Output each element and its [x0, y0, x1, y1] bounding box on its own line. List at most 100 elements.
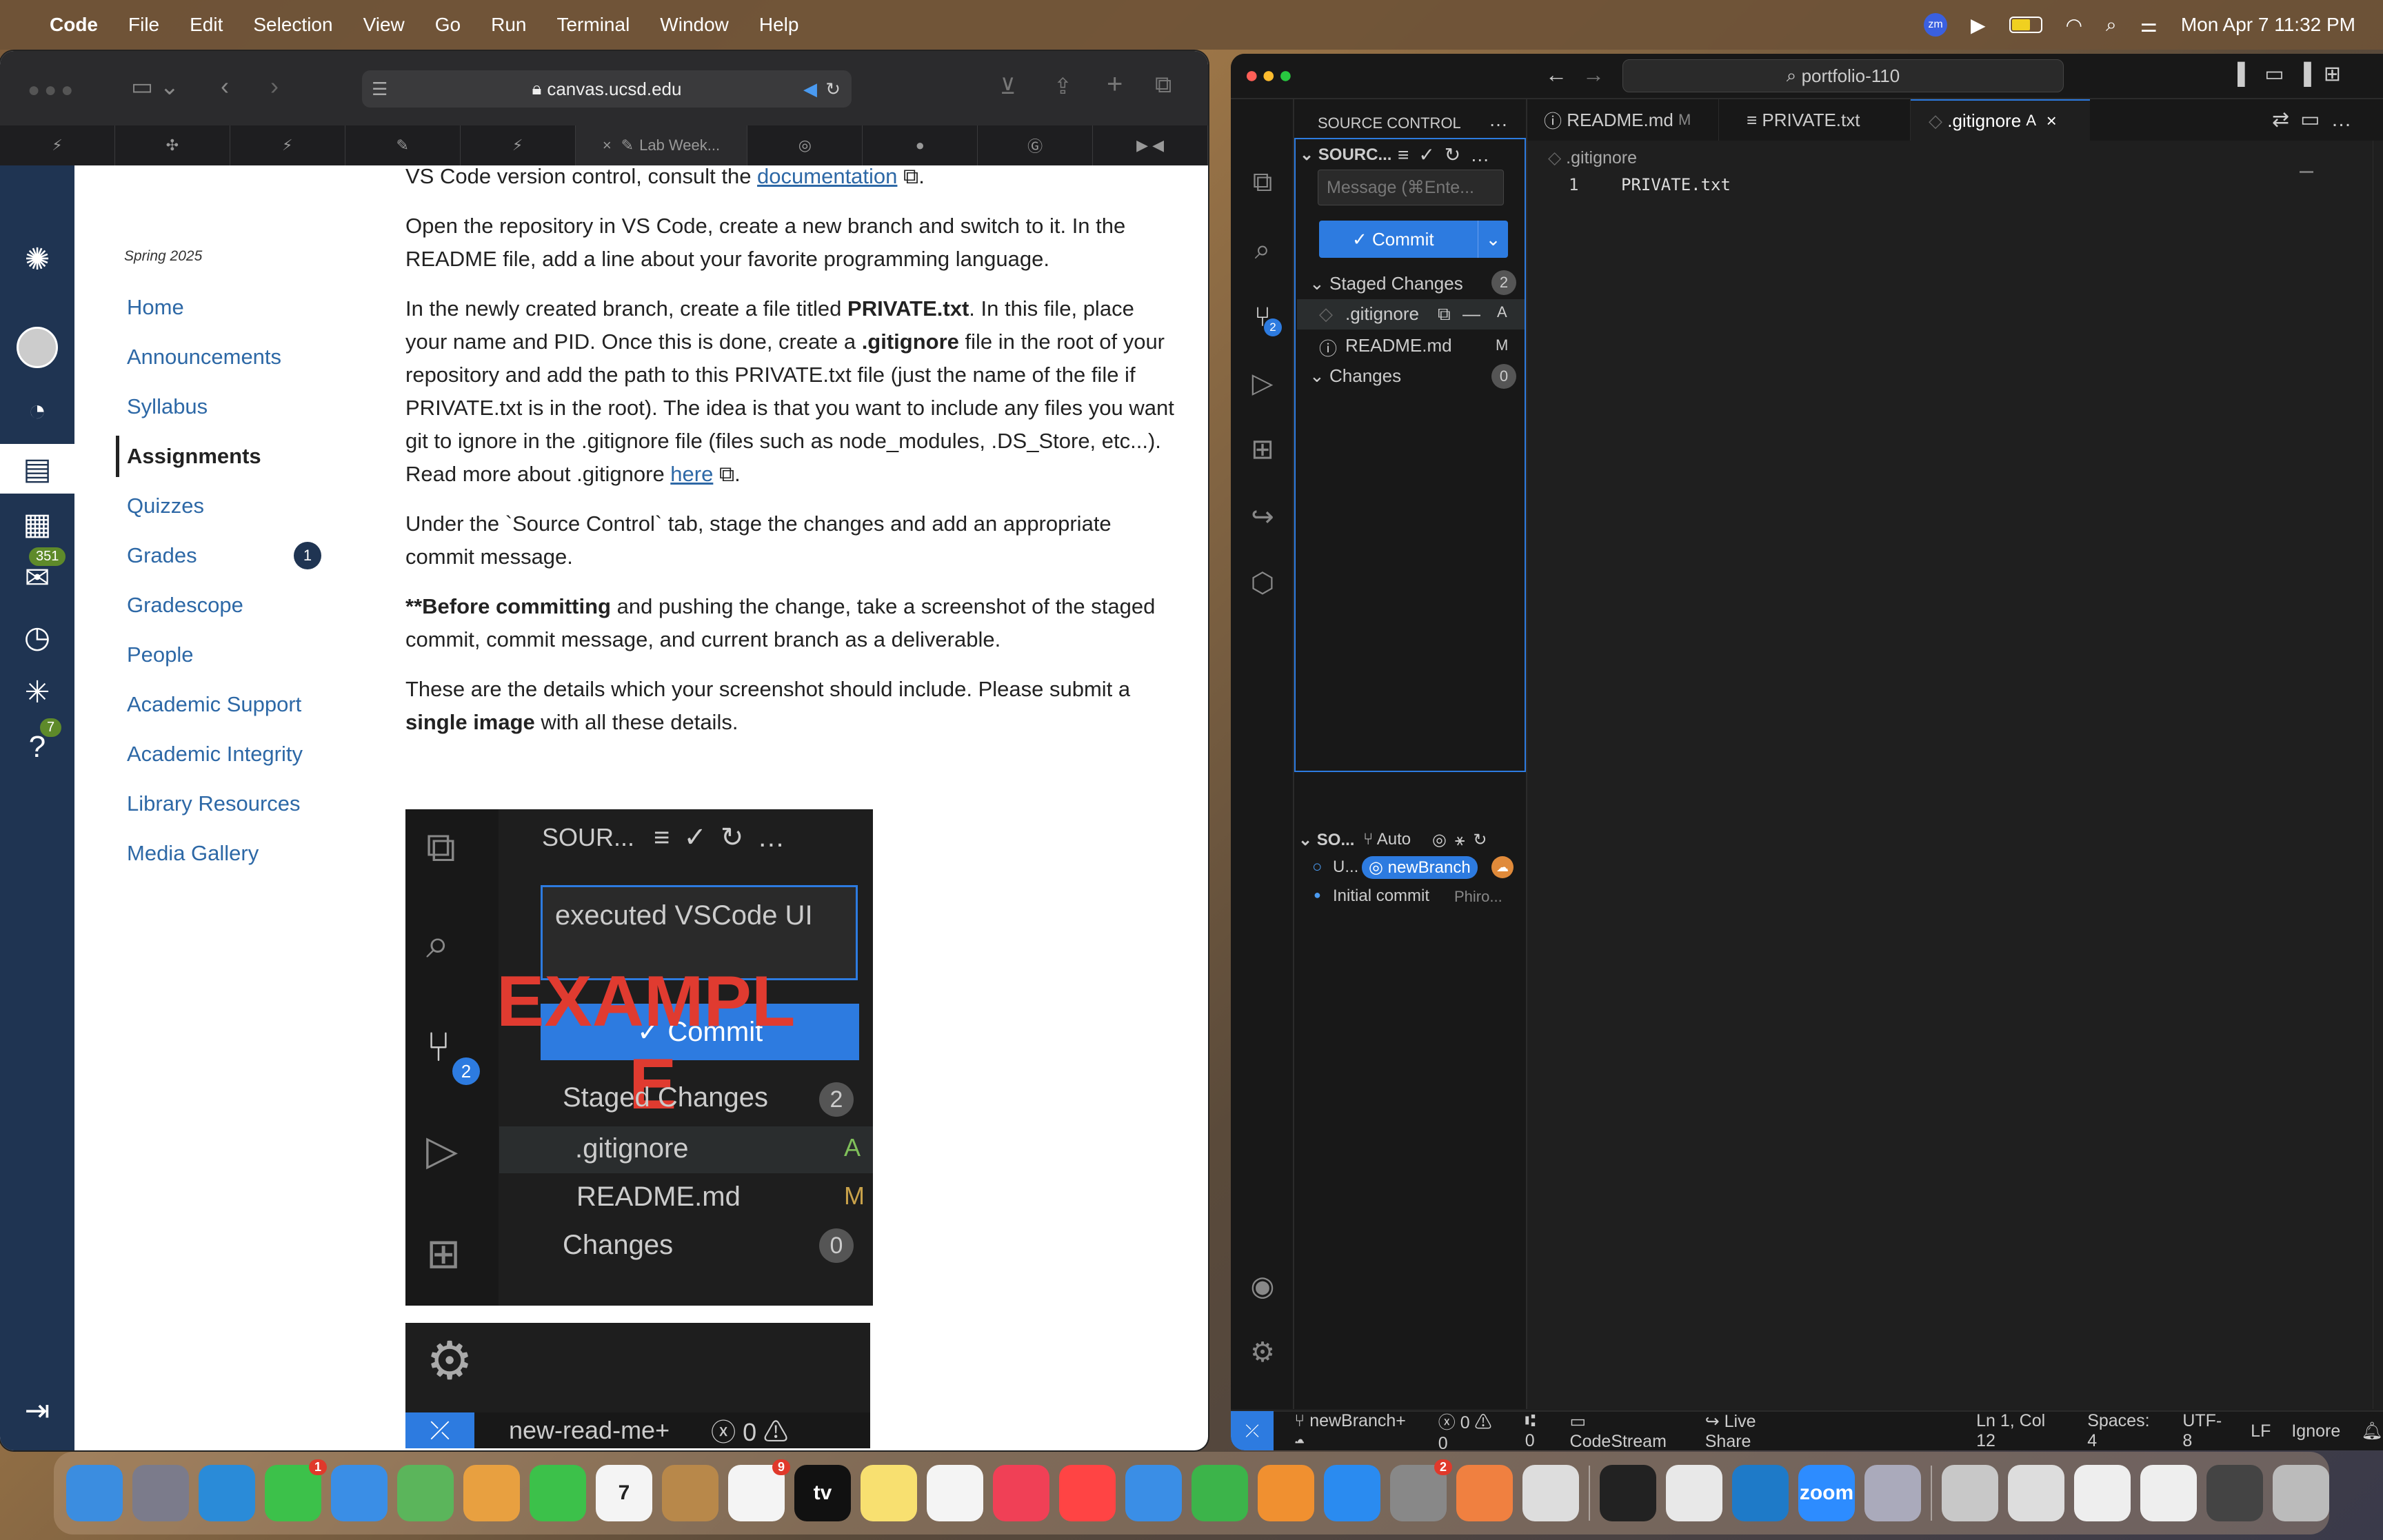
commons-icon[interactable]: ✳: [12, 667, 62, 717]
battery-icon[interactable]: [2009, 17, 2042, 33]
dock-safari-icon[interactable]: [199, 1465, 255, 1521]
open-file-icon[interactable]: ⧉: [1438, 303, 1451, 325]
dock-zoom-icon[interactable]: zoom: [1798, 1465, 1855, 1521]
live-share-icon[interactable]: ↪: [1243, 498, 1282, 536]
history-icon[interactable]: ◷: [12, 612, 62, 662]
graph-auto[interactable]: ⑂ Auto: [1363, 830, 1411, 849]
course-nav-assignments[interactable]: Assignments: [116, 436, 261, 477]
tab-2[interactable]: ✣: [115, 125, 230, 165]
explorer-icon[interactable]: ⧉: [1243, 163, 1282, 201]
source-control-icon[interactable]: ⑂ 2: [1243, 298, 1282, 336]
nav-back-icon[interactable]: ←: [1545, 62, 1567, 88]
sidebar-toggle-icon[interactable]: ▭ ⌄: [131, 73, 179, 101]
status-language[interactable]: Ignore: [2291, 1421, 2340, 1441]
menu-view[interactable]: View: [363, 14, 405, 36]
dock-folder1-icon[interactable]: [1942, 1465, 1998, 1521]
course-nav-academic-integrity[interactable]: Academic Integrity: [116, 733, 303, 775]
tab-overview-icon[interactable]: ⧉: [1155, 72, 1172, 99]
dock-tv-icon[interactable]: tv: [794, 1465, 851, 1521]
dock-calendar-icon[interactable]: 7: [596, 1465, 652, 1521]
menu-selection[interactable]: Selection: [253, 14, 332, 36]
play-status-icon[interactable]: ▶: [1971, 14, 1986, 37]
dock-mail-icon[interactable]: [331, 1465, 388, 1521]
reload-icon[interactable]: ↻: [825, 79, 841, 100]
scm-actions[interactable]: ≡✓↻…: [1398, 143, 1499, 166]
tab-gitignore[interactable]: ◇ .gitignore A ×: [1911, 99, 2090, 141]
run-debug-icon[interactable]: ▷: [1243, 364, 1282, 403]
dock-doc1-icon[interactable]: [2074, 1465, 2131, 1521]
status-ports[interactable]: ⑆ 0: [1525, 1411, 1549, 1450]
dock-trash-icon[interactable]: [2273, 1465, 2329, 1521]
status-encoding[interactable]: UTF-8: [2182, 1411, 2230, 1450]
menu-app-name[interactable]: Code: [50, 14, 98, 36]
clock[interactable]: Mon Apr 7 11:32 PM: [2181, 14, 2355, 36]
commit-button[interactable]: ✓ Commit ⌄: [1319, 221, 1508, 258]
course-nav-syllabus[interactable]: Syllabus: [116, 386, 208, 427]
control-center-icon[interactable]: ⚌: [2140, 14, 2158, 37]
remote-indicator-icon[interactable]: ⤫: [1231, 1411, 1274, 1450]
zoom-status-icon[interactable]: zm: [1924, 13, 1948, 37]
course-nav-announcements[interactable]: Announcements: [116, 336, 281, 378]
dock-messages-icon[interactable]: 1: [265, 1459, 327, 1521]
dashboard-icon[interactable]: ◔: [12, 386, 62, 436]
status-eol[interactable]: LF: [2251, 1421, 2271, 1441]
panel-more-icon[interactable]: …: [1489, 109, 1508, 131]
staged-file-readme[interactable]: README.md: [1345, 335, 1452, 356]
dock-freeform-icon[interactable]: [927, 1465, 983, 1521]
dock-doc2-icon[interactable]: [2140, 1465, 2197, 1521]
close-tab-icon[interactable]: ×: [603, 136, 612, 154]
dock-contacts-icon[interactable]: [662, 1465, 718, 1521]
menu-terminal[interactable]: Terminal: [556, 14, 630, 36]
account-icon[interactable]: [12, 323, 62, 372]
course-nav-gradescope[interactable]: Gradescope: [116, 585, 243, 626]
menu-run[interactable]: Run: [491, 14, 526, 36]
dock-transloader-icon[interactable]: [1456, 1465, 1513, 1521]
share-icon[interactable]: ⇪: [1054, 73, 1072, 99]
canvas-logo-icon[interactable]: ✺: [12, 234, 62, 284]
breadcrumb[interactable]: ◇ .gitignore: [1548, 148, 1637, 168]
course-nav-home[interactable]: Home: [116, 287, 184, 328]
dock-vs-code-icon[interactable]: [1732, 1465, 1789, 1521]
dock-settings-icon[interactable]: 2: [1390, 1459, 1452, 1521]
close-tab-icon[interactable]: ×: [2047, 110, 2057, 132]
dock-reminders-icon[interactable]: 9: [728, 1459, 790, 1521]
dock-keynote-icon[interactable]: [1125, 1465, 1182, 1521]
staged-changes-header[interactable]: ⌄ Staged Changes: [1309, 273, 1463, 294]
dock-finder-icon[interactable]: [66, 1465, 123, 1521]
new-tab-icon[interactable]: +: [1107, 69, 1123, 100]
window-controls[interactable]: ●●●: [1245, 62, 1296, 89]
layout-icons[interactable]: ▌▭▐⊞: [2238, 62, 2353, 86]
menu-edit[interactable]: Edit: [190, 14, 223, 36]
spotlight-icon[interactable]: ⌕: [2106, 14, 2117, 37]
wifi-icon[interactable]: ◠: [2066, 14, 2082, 37]
dock-chrome-icon[interactable]: [1666, 1465, 1722, 1521]
staged-file-gitignore[interactable]: ◇ .gitignore ⧉ — A: [1297, 299, 1525, 330]
extensions-icon[interactable]: ⊞: [1243, 430, 1282, 469]
status-codestream[interactable]: ▭ CodeStream: [1570, 1411, 1685, 1451]
status-branch[interactable]: ⑂ newBranch+ ☁: [1294, 1411, 1418, 1450]
graph-commit-message[interactable]: Initial commit: [1333, 886, 1429, 906]
audio-icon[interactable]: ◀︎: [803, 79, 817, 100]
dock-notes-icon[interactable]: [861, 1465, 917, 1521]
unstage-icon[interactable]: —: [1462, 303, 1480, 325]
nav-forward-icon[interactable]: →: [1582, 62, 1605, 88]
tab-1[interactable]: ⚡︎: [0, 125, 115, 165]
dock-photos-icon[interactable]: [463, 1465, 520, 1521]
course-nav-library-resources[interactable]: Library Resources: [116, 783, 301, 824]
dock-music-icon[interactable]: [993, 1465, 1049, 1521]
dock-folder2-icon[interactable]: [2008, 1465, 2064, 1521]
course-nav-media-gallery[interactable]: Media Gallery: [116, 833, 259, 874]
menu-help[interactable]: Help: [759, 14, 799, 36]
download-icon[interactable]: ⊻: [1000, 73, 1016, 99]
status-spaces[interactable]: Spaces: 4: [2087, 1411, 2162, 1450]
back-icon[interactable]: ‹: [221, 72, 229, 101]
course-nav-grades[interactable]: Grades: [116, 535, 197, 576]
commit-message-input[interactable]: Message (⌘Ente...: [1318, 170, 1504, 205]
tab-private[interactable]: ≡ PRIVATE.txt: [1719, 99, 1911, 141]
collapse-nav-icon[interactable]: ⇥: [12, 1386, 62, 1435]
dock-numbers-icon[interactable]: [1192, 1465, 1248, 1521]
course-nav-people[interactable]: People: [116, 634, 194, 676]
inbox-icon[interactable]: ✉ 351: [12, 546, 68, 602]
accounts-icon[interactable]: ◉: [1243, 1267, 1282, 1306]
url-bar[interactable]: ☰ 🔒︎ canvas.ucsd.edu ◀︎ ↻: [362, 70, 852, 108]
